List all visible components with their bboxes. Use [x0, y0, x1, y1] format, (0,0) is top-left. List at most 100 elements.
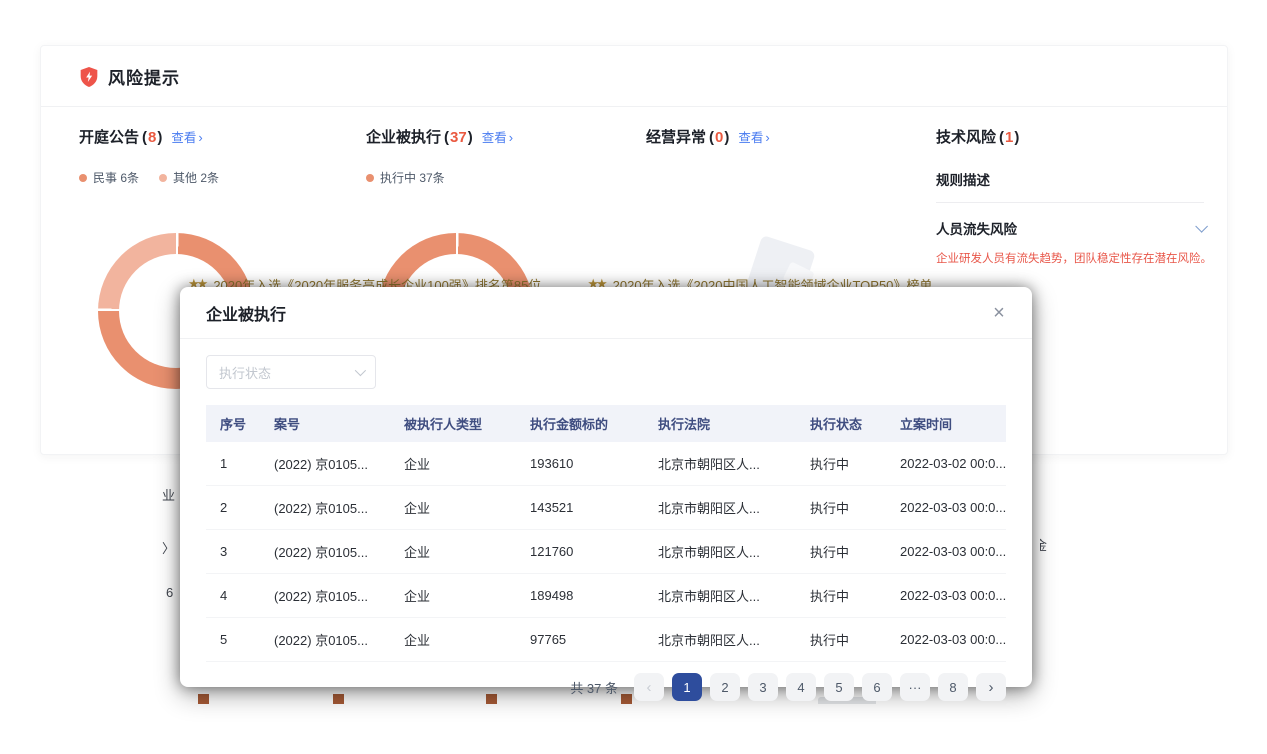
cell-filing-time: 2022-03-03 00:0...	[892, 530, 1006, 574]
cell-subject-type: 企业	[396, 486, 522, 530]
column-header: 执行金额标的	[522, 405, 650, 442]
pagination-page-button[interactable]: 8	[938, 673, 968, 701]
risk-item-description: 企业研发人员有流失趋势，团队稳定性存在潜在风险。	[936, 250, 1214, 266]
table-row: 1 (2022) 京0105... 企业 193610 北京市朝阳区人... 执…	[206, 442, 1006, 486]
close-icon[interactable]: ×	[986, 300, 1012, 326]
pagination-prev-button[interactable]: ‹	[634, 673, 664, 701]
execution-status-select[interactable]: 执行状态	[206, 355, 376, 389]
panel-title: 风险提示	[108, 64, 180, 89]
clipped-text-fragment: 〉	[162, 538, 177, 557]
clipped-text-fragment: 业	[162, 485, 177, 504]
cell-index: 2	[206, 486, 266, 530]
view-label: 查看	[738, 131, 763, 145]
cell-filing-time: 2022-03-02 00:0...	[892, 442, 1006, 486]
rule-description-label: 规则描述	[936, 169, 1214, 189]
paren-open: (	[142, 129, 147, 146]
header-divider	[41, 106, 1227, 107]
cell-subject-type: 企业	[396, 574, 522, 618]
modal-header: 企业被执行 ×	[180, 287, 1032, 339]
view-arrow-icon: ›	[198, 130, 202, 145]
section-count: 8	[148, 129, 156, 146]
cell-filing-time: 2022-03-03 00:0...	[892, 574, 1006, 618]
legend: 民事 6条 其他 2条	[79, 169, 219, 186]
pagination-page-button[interactable]: 5	[824, 673, 854, 701]
clipped-char: 金	[1040, 535, 1047, 552]
legend-label: 执行中 37条	[380, 169, 445, 186]
pagination-page-button[interactable]: 2	[710, 673, 740, 701]
view-link[interactable]: 查看›	[482, 127, 513, 146]
cell-court: 北京市朝阳区人...	[650, 442, 802, 486]
section-tech-risk: 技术风险 ( 1 ) 规则描述 人员流失风险 企业研发人员有流失趋势，团队稳定性…	[936, 126, 1214, 266]
paren-close: )	[468, 129, 473, 146]
view-arrow-icon: ›	[509, 130, 513, 145]
cell-status: 执行中	[802, 442, 892, 486]
legend-dot	[159, 174, 167, 182]
select-placeholder: 执行状态	[219, 363, 271, 382]
section-title: 经营异常 ( 0 ) 查看›	[646, 126, 770, 147]
cell-case-number: (2022) 京0105...	[266, 486, 396, 530]
cell-filing-time: 2022-03-03 00:0...	[892, 618, 1006, 662]
paren-open: (	[999, 129, 1004, 146]
legend: 执行中 37条	[366, 169, 513, 186]
cell-index: 5	[206, 618, 266, 662]
legend-dot	[79, 174, 87, 182]
modal-enterprise-execution: 企业被执行 × 执行状态 序号 案号 被执行人类型 执行金额标的	[180, 287, 1032, 687]
risk-item-collapse-row[interactable]: 人员流失风险	[936, 218, 1204, 238]
view-label: 查看	[482, 131, 507, 145]
section-operation-abnormal: 经营异常 ( 0 ) 查看›	[646, 126, 770, 147]
modal-body: 执行状态 序号 案号 被执行人类型 执行金额标的 执行法院 执行状态	[180, 339, 1032, 701]
cell-court: 北京市朝阳区人...	[650, 530, 802, 574]
modal-title: 企业被执行	[206, 301, 286, 325]
column-header: 案号	[266, 405, 396, 442]
table-row: 4 (2022) 京0105... 企业 189498 北京市朝阳区人... 执…	[206, 574, 1006, 618]
pagination-ellipsis[interactable]: ···	[900, 673, 930, 701]
table-row: 3 (2022) 京0105... 企业 121760 北京市朝阳区人... 执…	[206, 530, 1006, 574]
column-header: 被执行人类型	[396, 405, 522, 442]
risk-item-title: 人员流失风险	[936, 218, 1017, 238]
pagination-total: 共 37 条	[570, 678, 618, 697]
section-count: 37	[450, 129, 467, 146]
cell-court: 北京市朝阳区人...	[650, 486, 802, 530]
legend-dot	[366, 174, 374, 182]
legend-item: 其他 2条	[159, 169, 219, 186]
cell-amount: 193610	[522, 442, 650, 486]
chevron-down-icon[interactable]	[1195, 220, 1208, 233]
rule-divider	[936, 202, 1204, 203]
cell-subject-type: 企业	[396, 618, 522, 662]
cell-index: 3	[206, 530, 266, 574]
cell-subject-type: 企业	[396, 530, 522, 574]
paren-open: (	[709, 129, 714, 146]
pagination-next-button[interactable]: ›	[976, 673, 1006, 701]
cell-amount: 97765	[522, 618, 650, 662]
section-label: 企业被执行	[366, 126, 441, 147]
cell-amount: 121760	[522, 530, 650, 574]
cell-subject-type: 企业	[396, 442, 522, 486]
pagination-page-button[interactable]: 3	[748, 673, 778, 701]
paren-close: )	[157, 129, 162, 146]
page: 风险提示 开庭公告 ( 8 ) 查看› 民事 6条 其他 2条 企业被执行 ( …	[0, 0, 1267, 754]
table-row: 5 (2022) 京0105... 企业 97765 北京市朝阳区人... 执行…	[206, 618, 1006, 662]
view-arrow-icon: ›	[765, 130, 769, 145]
pagination-page-button[interactable]: 6	[862, 673, 892, 701]
paren-open: (	[444, 129, 449, 146]
paren-close: )	[724, 129, 729, 146]
column-header: 执行状态	[802, 405, 892, 442]
cell-case-number: (2022) 京0105...	[266, 618, 396, 662]
cell-court: 北京市朝阳区人...	[650, 574, 802, 618]
section-count: 1	[1005, 129, 1013, 146]
cell-index: 4	[206, 574, 266, 618]
cell-case-number: (2022) 京0105...	[266, 442, 396, 486]
cell-filing-time: 2022-03-03 00:0...	[892, 486, 1006, 530]
section-court-announcement: 开庭公告 ( 8 ) 查看› 民事 6条 其他 2条	[79, 126, 219, 186]
section-enterprise-execution: 企业被执行 ( 37 ) 查看› 执行中 37条	[366, 126, 513, 186]
view-link[interactable]: 查看›	[171, 127, 202, 146]
pagination-page-button[interactable]: 1	[672, 673, 702, 701]
legend-label: 其他 2条	[173, 169, 219, 186]
pagination-page-button[interactable]: 4	[786, 673, 816, 701]
cell-status: 执行中	[802, 530, 892, 574]
view-link[interactable]: 查看›	[738, 127, 769, 146]
cell-status: 执行中	[802, 486, 892, 530]
paren-close: )	[1014, 129, 1019, 146]
column-header: 立案时间	[892, 405, 1006, 442]
cell-amount: 189498	[522, 574, 650, 618]
